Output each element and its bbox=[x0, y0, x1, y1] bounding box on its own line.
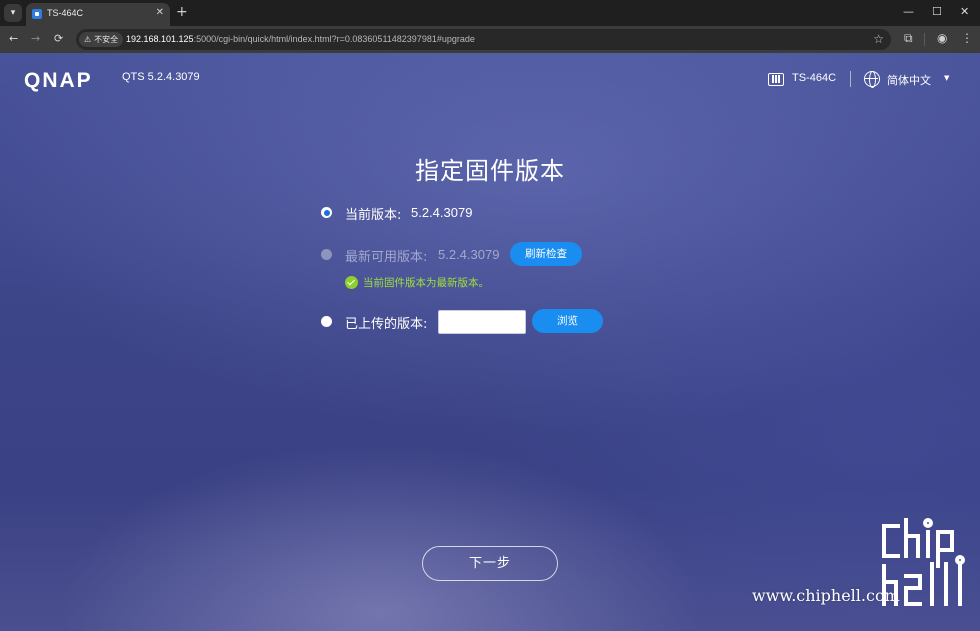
toolbar-divider bbox=[924, 33, 925, 46]
radio-current-version[interactable] bbox=[321, 207, 332, 218]
reload-icon[interactable]: ⟳ bbox=[54, 32, 63, 45]
uploaded-version-label: 已上传的版本: bbox=[345, 317, 428, 332]
current-version-label: 当前版本: bbox=[345, 208, 402, 223]
os-version: QTS 5.2.4.3079 bbox=[122, 71, 200, 83]
uploaded-file-field[interactable] bbox=[438, 310, 526, 334]
tab-title: TS-464C bbox=[47, 8, 84, 18]
bookmark-star-icon[interactable]: ☆ bbox=[873, 32, 884, 46]
radio-latest-version[interactable] bbox=[321, 249, 332, 260]
device-name: TS-464C bbox=[792, 72, 837, 84]
browse-button[interactable]: 浏览 bbox=[532, 309, 603, 333]
refresh-check-button[interactable]: 刷新检查 bbox=[510, 242, 582, 266]
latest-version-value: 5.2.4.3079 bbox=[438, 247, 500, 262]
warning-triangle-icon: ⚠ bbox=[84, 35, 92, 44]
browser-toolbar: ← → ⟳ ⚠ 不安全 192.168.101.125:5000/cgi-bin/… bbox=[0, 26, 980, 53]
header-divider bbox=[850, 71, 851, 87]
next-step-button[interactable]: 下一步 bbox=[422, 546, 558, 581]
qnap-favicon-icon bbox=[32, 9, 42, 19]
forward-arrow-icon[interactable]: → bbox=[31, 32, 40, 45]
close-window-button[interactable]: ✕ bbox=[960, 5, 969, 18]
globe-icon[interactable] bbox=[864, 71, 880, 88]
qnap-upgrade-page: QNAP QTS 5.2.4.3079 TS-464C 简体中文 ▼ 指定固件版… bbox=[0, 53, 980, 631]
minimize-button[interactable]: — bbox=[903, 5, 914, 18]
qnap-logo: QNAP bbox=[24, 69, 93, 92]
browser-tab[interactable]: TS-464C ✕ bbox=[26, 3, 170, 26]
new-tab-button[interactable]: + bbox=[176, 4, 188, 20]
extensions-icon[interactable]: ⧉ bbox=[904, 31, 913, 46]
language-selector[interactable]: 简体中文 bbox=[887, 72, 931, 88]
radio-uploaded-version[interactable] bbox=[321, 316, 332, 327]
security-chip[interactable]: ⚠ 不安全 bbox=[79, 32, 124, 47]
tab-close-icon[interactable]: ✕ bbox=[156, 7, 164, 18]
watermark-text: www.chiphell.com bbox=[752, 586, 900, 605]
latest-version-label: 最新可用版本: bbox=[345, 250, 428, 265]
page-title: 指定固件版本 bbox=[415, 157, 565, 185]
back-arrow-icon[interactable]: ← bbox=[9, 32, 18, 45]
url-text[interactable]: 192.168.101.125:5000/cgi-bin/quick/html/… bbox=[126, 34, 475, 44]
chevron-down-icon[interactable]: ▼ bbox=[944, 74, 949, 82]
check-circle-icon bbox=[345, 276, 358, 289]
address-bar[interactable]: ⚠ 不安全 192.168.101.125:5000/cgi-bin/quick/… bbox=[76, 29, 891, 50]
url-path: :5000/cgi-bin/quick/html/index.html?r=0.… bbox=[193, 34, 475, 44]
security-label: 不安全 bbox=[94, 35, 119, 44]
tab-search-button[interactable]: ▾ bbox=[4, 4, 22, 22]
nas-device-icon bbox=[768, 73, 784, 86]
menu-kebab-icon[interactable]: ⋮ bbox=[961, 31, 973, 45]
url-host: 192.168.101.125 bbox=[126, 34, 194, 44]
maximize-button[interactable]: ☐ bbox=[932, 5, 942, 18]
browser-tab-strip: ▾ TS-464C ✕ + — ☐ ✕ bbox=[0, 0, 980, 26]
profile-icon[interactable]: ◉ bbox=[937, 31, 947, 45]
current-version-value: 5.2.4.3079 bbox=[411, 205, 473, 220]
chiphell-watermark-logo bbox=[882, 518, 965, 606]
status-message: 当前固件版本为最新版本。 bbox=[363, 277, 489, 289]
